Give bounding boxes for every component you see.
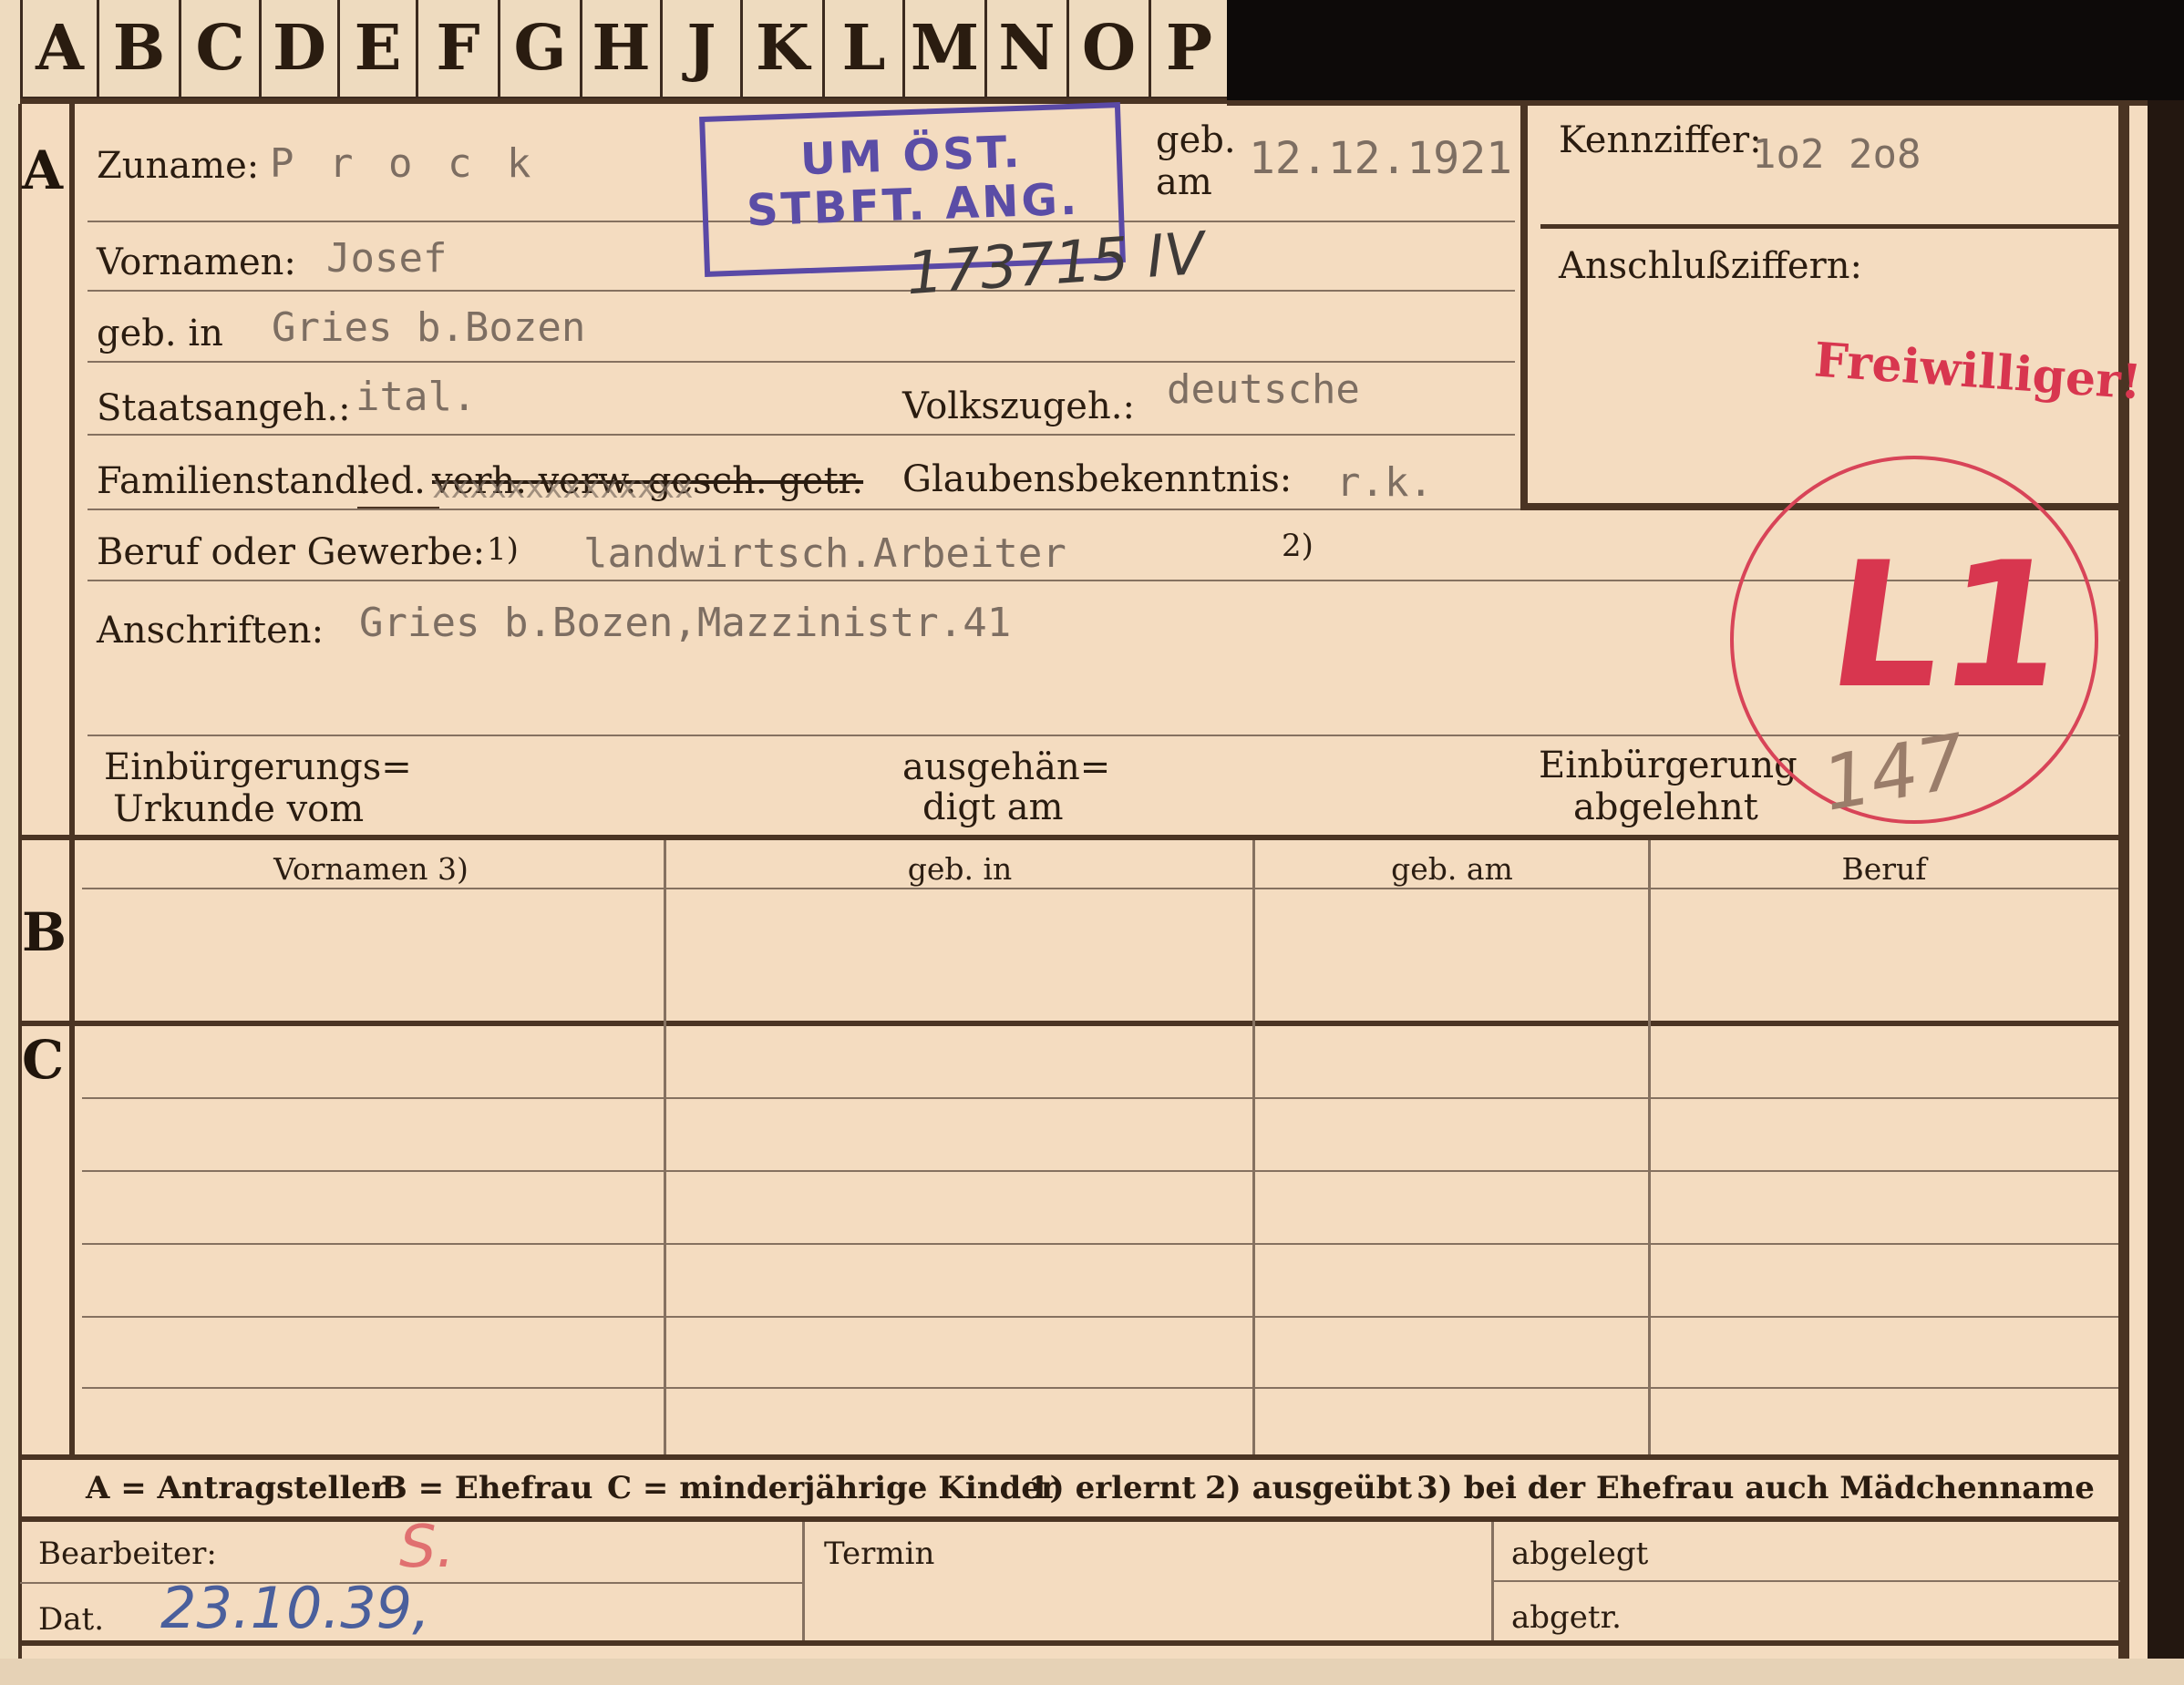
staatsangeh-value: ital.: [355, 374, 477, 420]
ausgehaendigt-label-1: ausgehän=: [902, 746, 1111, 788]
index-tab-l: L: [822, 0, 902, 100]
index-tab-g: G: [498, 0, 580, 100]
scan-edge-bottom: [0, 1659, 2184, 1685]
einbuergerung-label-2: Urkunde vom: [113, 788, 365, 830]
vornamen-value: Josef: [326, 235, 448, 282]
top-rule: [20, 98, 1227, 104]
legend-note-3: 3) bei der Ehefrau auch Mädchenname: [1417, 1470, 2095, 1506]
kennziffer-rule: [1540, 224, 2120, 229]
geb-am-label-1: geb.: [1156, 119, 1236, 161]
footer-col-line: [1491, 1522, 1494, 1644]
row-rule: [82, 1170, 2118, 1172]
kennziffer-value: 1o2 2o8: [1752, 131, 1921, 178]
familienstand-label: Familienstand:: [97, 460, 370, 502]
geb-in-value: Gries b.Bozen: [272, 304, 586, 351]
left-border: [18, 104, 22, 1659]
familienstand-selected: led.: [357, 460, 426, 502]
col-line: [664, 840, 666, 1454]
index-tab-a: A: [20, 0, 97, 100]
col-header-geb-in: geb. in: [907, 851, 1013, 887]
abgelegt-label: abgelegt: [1511, 1536, 1649, 1572]
geb-am-value: 12.12.1921: [1249, 133, 1512, 184]
legend-note-1: 1) erlernt: [1028, 1470, 1197, 1506]
familienstand-xs: xxxxxxxxxxxxxx: [432, 469, 694, 506]
beruf-label: Beruf oder Gewerbe:: [97, 531, 486, 573]
zuname-value: P r o c k: [270, 140, 537, 187]
footer-rule: [1491, 1580, 2120, 1582]
abgelehnt-label-1: Einbürgerung: [1539, 745, 1798, 786]
index-tab-e: E: [337, 0, 416, 100]
row-rule: [82, 1243, 2118, 1245]
section-divider: [69, 104, 75, 1454]
section-c-marker: C: [22, 1029, 65, 1091]
row-rule: [82, 1316, 2118, 1318]
kennziffer-box-left: [1520, 106, 1528, 510]
col-line: [1648, 840, 1651, 1454]
index-tab-j: J: [660, 0, 740, 100]
dat-value: 23.10.39,: [160, 1575, 430, 1641]
staatsangeh-label: Staatsangeh.:: [97, 387, 351, 429]
termin-label: Termin: [824, 1536, 935, 1572]
abgetr-label: abgetr.: [1511, 1599, 1622, 1636]
index-tab-c: C: [179, 0, 259, 100]
row-rule: [82, 1387, 2118, 1389]
glaubens-label: Glaubensbekenntnis:: [902, 458, 1293, 500]
anschriften-label: Anschriften:: [97, 610, 325, 652]
section-c-top: [20, 1021, 2127, 1026]
section-b-marker: B: [22, 901, 67, 963]
circle-letter: L1: [1818, 525, 2077, 726]
geb-in-label: geb. in: [97, 313, 223, 354]
legend-top: [20, 1454, 2127, 1460]
index-tab-f: F: [416, 0, 498, 100]
kennziffer-label: Kennziffer:: [1559, 119, 1762, 161]
index-tab-m: M: [902, 0, 984, 100]
scan-background: [1227, 0, 2184, 106]
section-b-top: [20, 835, 2127, 840]
anschlussziffern-label: Anschlußziffern:: [1559, 245, 1862, 287]
header-rule: [82, 888, 2118, 889]
geb-am-label-2: am: [1156, 161, 1212, 203]
scan-edge-right: [2148, 100, 2184, 1685]
zuname-label: Zuname:: [97, 145, 260, 187]
legend-a: A = Antragsteller: [86, 1470, 387, 1506]
rule: [88, 434, 1515, 436]
beruf-note-2: 2): [1282, 528, 1313, 564]
right-border: [2118, 104, 2129, 1659]
index-tab-n: N: [984, 0, 1066, 100]
legend-note-2: 2) ausgeübt: [1205, 1470, 1413, 1506]
row-rule: [82, 1097, 2118, 1099]
bearbeiter-value: S.: [399, 1514, 455, 1581]
col-header-vornamen: Vornamen 3): [273, 851, 469, 887]
index-tab-o: O: [1066, 0, 1149, 100]
index-tab-p: P: [1149, 0, 1227, 100]
top-rule-right: [1227, 100, 2148, 106]
legend-c: C = minderjährige Kinder: [607, 1470, 1057, 1506]
legend-bottom: [20, 1516, 2127, 1522]
ausgehaendigt-label-2: digt am: [922, 786, 1064, 828]
glaubens-value: r.k.: [1336, 459, 1433, 506]
beruf-value: landwirtsch.Arbeiter: [583, 530, 1066, 577]
dat-label: Dat.: [38, 1601, 105, 1638]
legend-b: B = Ehefrau: [381, 1470, 593, 1506]
anschriften-value: Gries b.Bozen,Mazzinistr.41: [359, 600, 1012, 646]
index-tab-b: B: [97, 0, 179, 100]
footer-col-line: [802, 1522, 805, 1644]
beruf-note-1: 1): [487, 531, 519, 568]
index-tab-h: H: [580, 0, 660, 100]
rule: [88, 290, 1515, 292]
section-a-marker: A: [22, 139, 64, 201]
col-header-beruf: Beruf: [1841, 851, 1927, 887]
bearbeiter-label: Bearbeiter:: [38, 1536, 217, 1572]
index-tab-d: D: [259, 0, 337, 100]
einbuergerung-label-1: Einbürgerungs=: [104, 746, 412, 788]
col-header-geb-am: geb. am: [1391, 851, 1513, 887]
vornamen-label: Vornamen:: [97, 241, 296, 283]
volkszugeh-value: deutsche: [1167, 366, 1360, 413]
col-line: [1252, 840, 1255, 1454]
abgelehnt-label-2: abgelehnt: [1573, 786, 1758, 828]
rule: [88, 361, 1515, 363]
volkszugeh-label: Volkszugeh.:: [902, 385, 1135, 427]
index-tab-k: K: [740, 0, 822, 100]
